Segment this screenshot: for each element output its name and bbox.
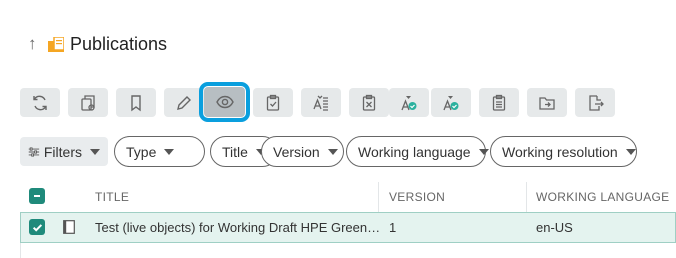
column-divider[interactable] — [526, 182, 527, 212]
check-icon — [32, 223, 42, 232]
release-button[interactable] — [389, 88, 429, 117]
copy-button[interactable] — [68, 88, 108, 117]
chevron-down-icon — [478, 148, 489, 155]
filter-type-label: Type — [126, 143, 157, 160]
column-header-title[interactable]: TITLE — [95, 182, 129, 212]
language-button[interactable] — [301, 88, 341, 117]
row-working-language: en-US — [536, 220, 573, 235]
filter-title-label: Title — [222, 143, 248, 160]
export-button[interactable] — [575, 88, 615, 117]
filter-working-resolution-label: Working resolution — [502, 143, 618, 160]
folder-move-icon — [539, 96, 555, 110]
refresh-icon — [33, 95, 47, 110]
filter-working-resolution[interactable]: Working resolution — [490, 136, 637, 167]
clipboard-list-icon — [492, 94, 506, 111]
chevron-down-icon — [164, 148, 175, 155]
approve-button[interactable] — [431, 88, 471, 117]
bookmark-button[interactable] — [116, 88, 156, 117]
pencil-icon — [177, 95, 191, 110]
preview-button[interactable] — [199, 82, 250, 122]
edit-button[interactable] — [164, 88, 204, 117]
chevron-down-icon — [327, 148, 338, 155]
export-icon — [589, 94, 604, 111]
publication-icon — [63, 220, 75, 234]
column-header-version[interactable]: VERSION — [389, 182, 445, 212]
page-title: Publications — [70, 33, 168, 54]
clipboard-x-icon — [362, 94, 376, 111]
filters-button[interactable]: Filters — [20, 137, 108, 166]
sliders-icon — [28, 146, 40, 157]
refresh-button[interactable] — [20, 88, 60, 117]
column-divider[interactable] — [378, 182, 379, 212]
approve-icon — [443, 95, 459, 110]
release-icon — [401, 95, 417, 110]
eye-icon — [215, 95, 234, 109]
bookmark-icon — [131, 94, 141, 111]
column-header-working-language[interactable]: WORKING LANGUAGE — [536, 182, 669, 212]
language-icon — [313, 95, 328, 111]
filter-version-label: Version — [273, 143, 320, 160]
row-version: 1 — [389, 220, 397, 235]
filter-working-language-label: Working language — [358, 143, 471, 160]
minus-icon — [34, 195, 40, 197]
table-body-rest — [20, 243, 676, 258]
chevron-down-icon — [625, 148, 636, 155]
delete-button[interactable] — [349, 88, 389, 117]
filter-type[interactable]: Type — [114, 136, 205, 167]
clipboard-check-icon — [266, 94, 280, 111]
checklist-button[interactable] — [253, 88, 293, 117]
report-button[interactable] — [479, 88, 519, 117]
table-row[interactable]: Test (live objects) for Working Draft HP… — [20, 212, 676, 243]
filters-label: Filters — [43, 143, 82, 160]
publication-folder-icon — [48, 36, 64, 52]
chevron-down-icon — [90, 148, 100, 155]
filter-working-language[interactable]: Working language — [346, 136, 489, 167]
select-all-checkbox[interactable] — [29, 188, 45, 204]
page-header: ↑ Publications — [28, 31, 167, 57]
row-checkbox[interactable] — [29, 219, 45, 235]
row-title[interactable]: Test (live objects) for Working Draft HP… — [95, 213, 380, 242]
table-header: TITLE VERSION WORKING LANGUAGE — [20, 182, 676, 213]
move-button[interactable] — [527, 88, 567, 117]
copy-icon — [81, 94, 95, 111]
filter-version[interactable]: Version — [261, 136, 344, 167]
up-arrow-icon[interactable]: ↑ — [28, 34, 42, 54]
